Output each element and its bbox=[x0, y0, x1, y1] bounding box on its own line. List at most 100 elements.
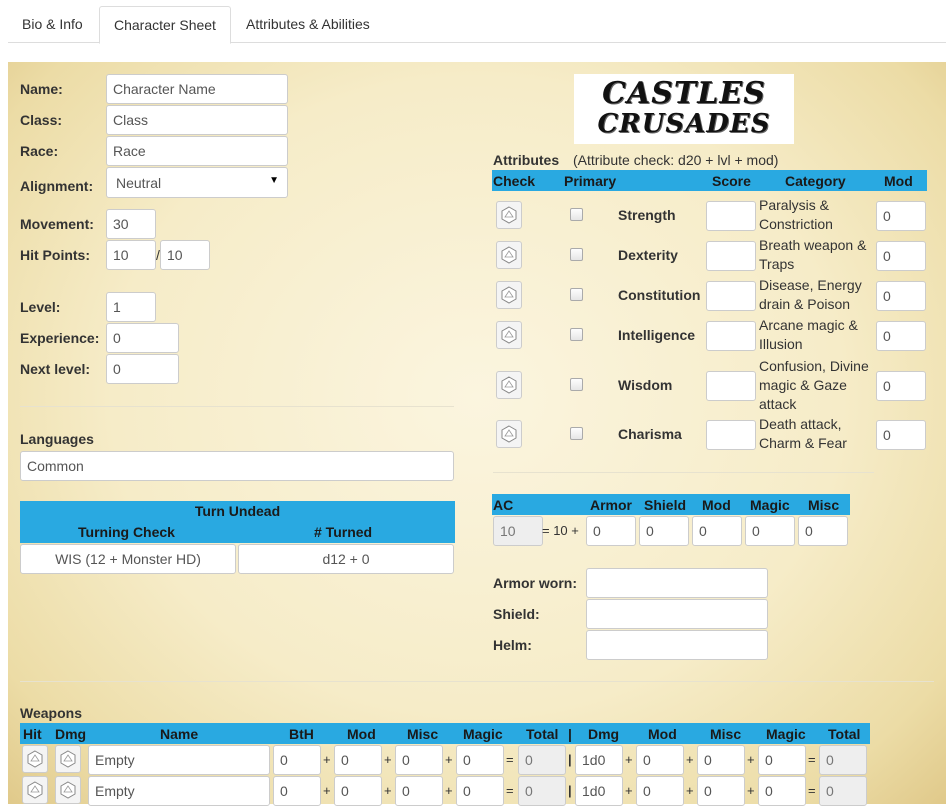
hp-max-input[interactable]: 10 bbox=[160, 240, 210, 270]
roll-damage-button[interactable] bbox=[55, 776, 81, 804]
level-input[interactable]: 1 bbox=[106, 292, 156, 322]
column-separator: | bbox=[568, 752, 572, 767]
attribute-mod-input[interactable]: 0 bbox=[876, 321, 926, 351]
primary-checkbox[interactable] bbox=[570, 328, 583, 341]
damage-misc-input[interactable]: 0 bbox=[697, 776, 745, 806]
name-input[interactable]: Character Name bbox=[106, 74, 288, 104]
total-value: 0 bbox=[518, 776, 566, 806]
attribute-mod-input[interactable]: 0 bbox=[876, 201, 926, 231]
damage-dice-input[interactable]: 1d0 bbox=[575, 776, 623, 806]
race-input[interactable]: Race bbox=[106, 136, 288, 166]
logo-text-line2: CRUSADES bbox=[597, 109, 771, 139]
attribute-score-input[interactable] bbox=[706, 371, 756, 401]
hp-current-input[interactable]: 10 bbox=[106, 240, 156, 270]
roll-check-button[interactable] bbox=[496, 420, 522, 448]
weapons-label: Weapons bbox=[20, 705, 82, 721]
roll-hit-button[interactable] bbox=[22, 776, 48, 804]
roll-check-button[interactable] bbox=[496, 241, 522, 269]
armor-input[interactable]: 0 bbox=[586, 516, 636, 546]
roll-check-button[interactable] bbox=[496, 321, 522, 349]
languages-input[interactable]: Common bbox=[20, 451, 454, 481]
attribute-mod-input[interactable]: 0 bbox=[876, 420, 926, 450]
armor-worn-input[interactable] bbox=[586, 568, 768, 598]
turning-check-header: Turning Check bbox=[78, 524, 175, 540]
attribute-score-input[interactable] bbox=[706, 241, 756, 271]
primary-checkbox[interactable] bbox=[570, 208, 583, 221]
primary-checkbox[interactable] bbox=[570, 288, 583, 301]
magic-input[interactable]: 0 bbox=[745, 516, 795, 546]
plus-sign: + bbox=[323, 752, 331, 767]
alignment-select[interactable]: Neutral ▼ bbox=[106, 167, 288, 198]
damage-dice-input[interactable]: 1d0 bbox=[575, 745, 623, 775]
plus-sign: + bbox=[625, 783, 633, 798]
d20-icon bbox=[26, 781, 44, 799]
divider bbox=[20, 406, 454, 407]
tab-character-sheet[interactable]: Character Sheet bbox=[99, 6, 231, 44]
magic-input[interactable]: 0 bbox=[456, 745, 504, 775]
attribute-mod-input[interactable]: 0 bbox=[876, 241, 926, 271]
attribute-check-hint: (Attribute check: d20 + lvl + mod) bbox=[573, 152, 779, 168]
damage-magic-input[interactable]: 0 bbox=[758, 776, 806, 806]
attribute-name: Strength bbox=[618, 207, 676, 223]
bth-input[interactable]: 0 bbox=[273, 776, 321, 806]
damage-magic-input[interactable]: 0 bbox=[758, 745, 806, 775]
attribute-mod-input[interactable]: 0 bbox=[876, 371, 926, 401]
bth-input[interactable]: 0 bbox=[273, 745, 321, 775]
damage-mod-input[interactable]: 0 bbox=[636, 776, 684, 806]
mod-input[interactable]: 0 bbox=[334, 776, 382, 806]
attribute-score-input[interactable] bbox=[706, 281, 756, 311]
turn-undead-header: Turn Undead Turning Check # Turned bbox=[20, 501, 455, 543]
weapon-name-input[interactable]: Empty bbox=[88, 776, 270, 806]
helm-input[interactable] bbox=[586, 630, 768, 660]
mod-input[interactable]: 0 bbox=[334, 745, 382, 775]
misc-input[interactable]: 0 bbox=[395, 745, 443, 775]
attribute-score-input[interactable] bbox=[706, 201, 756, 231]
divider bbox=[493, 472, 874, 473]
ac-header: AC bbox=[493, 497, 514, 513]
roll-hit-button[interactable] bbox=[22, 745, 48, 773]
tab-attributes-abilities[interactable]: Attributes & Abilities bbox=[232, 6, 384, 43]
movement-input[interactable]: 30 bbox=[106, 209, 156, 239]
weapon-name-input[interactable]: Empty bbox=[88, 745, 270, 775]
experience-input[interactable]: 0 bbox=[106, 323, 179, 353]
shield-worn-input[interactable] bbox=[586, 599, 768, 629]
next-level-label: Next level: bbox=[20, 361, 91, 377]
d20-icon bbox=[500, 425, 518, 443]
plus-sign: + bbox=[625, 752, 633, 767]
armor-class-header: AC Armor Shield Mod Magic Misc bbox=[492, 494, 850, 515]
roll-check-button[interactable] bbox=[496, 201, 522, 229]
weapons-column-header: Mod bbox=[648, 726, 677, 742]
shield-input[interactable]: 0 bbox=[639, 516, 689, 546]
roll-damage-button[interactable] bbox=[55, 745, 81, 773]
equals-sign: = bbox=[506, 752, 514, 767]
attribute-score-input[interactable] bbox=[706, 420, 756, 450]
attribute-mod-input[interactable]: 0 bbox=[876, 281, 926, 311]
tab-bio-info[interactable]: Bio & Info bbox=[8, 6, 97, 43]
roll-check-button[interactable] bbox=[496, 281, 522, 309]
plus-sign: + bbox=[686, 752, 694, 767]
class-label: Class: bbox=[20, 112, 63, 128]
magic-input[interactable]: 0 bbox=[456, 776, 504, 806]
d20-icon bbox=[59, 781, 77, 799]
name-label: Name: bbox=[20, 81, 63, 97]
equals-sign: = bbox=[506, 783, 514, 798]
primary-checkbox[interactable] bbox=[570, 427, 583, 440]
primary-checkbox[interactable] bbox=[570, 378, 583, 391]
misc-input[interactable]: 0 bbox=[798, 516, 848, 546]
plus-sign: + bbox=[445, 783, 453, 798]
check-header: Check bbox=[493, 173, 536, 189]
alignment-label: Alignment: bbox=[20, 178, 94, 194]
roll-check-button[interactable] bbox=[496, 371, 522, 399]
damage-misc-input[interactable]: 0 bbox=[697, 745, 745, 775]
d20-icon bbox=[500, 206, 518, 224]
primary-checkbox[interactable] bbox=[570, 248, 583, 261]
attribute-score-input[interactable] bbox=[706, 321, 756, 351]
d20-icon bbox=[26, 750, 44, 768]
damage-mod-input[interactable]: 0 bbox=[636, 745, 684, 775]
dropdown-arrow-icon: ▼ bbox=[269, 175, 279, 186]
mod-input[interactable]: 0 bbox=[692, 516, 742, 546]
next-level-input[interactable]: 0 bbox=[106, 354, 179, 384]
misc-input[interactable]: 0 bbox=[395, 776, 443, 806]
class-input[interactable]: Class bbox=[106, 105, 288, 135]
weapons-column-header: Magic bbox=[766, 726, 806, 742]
